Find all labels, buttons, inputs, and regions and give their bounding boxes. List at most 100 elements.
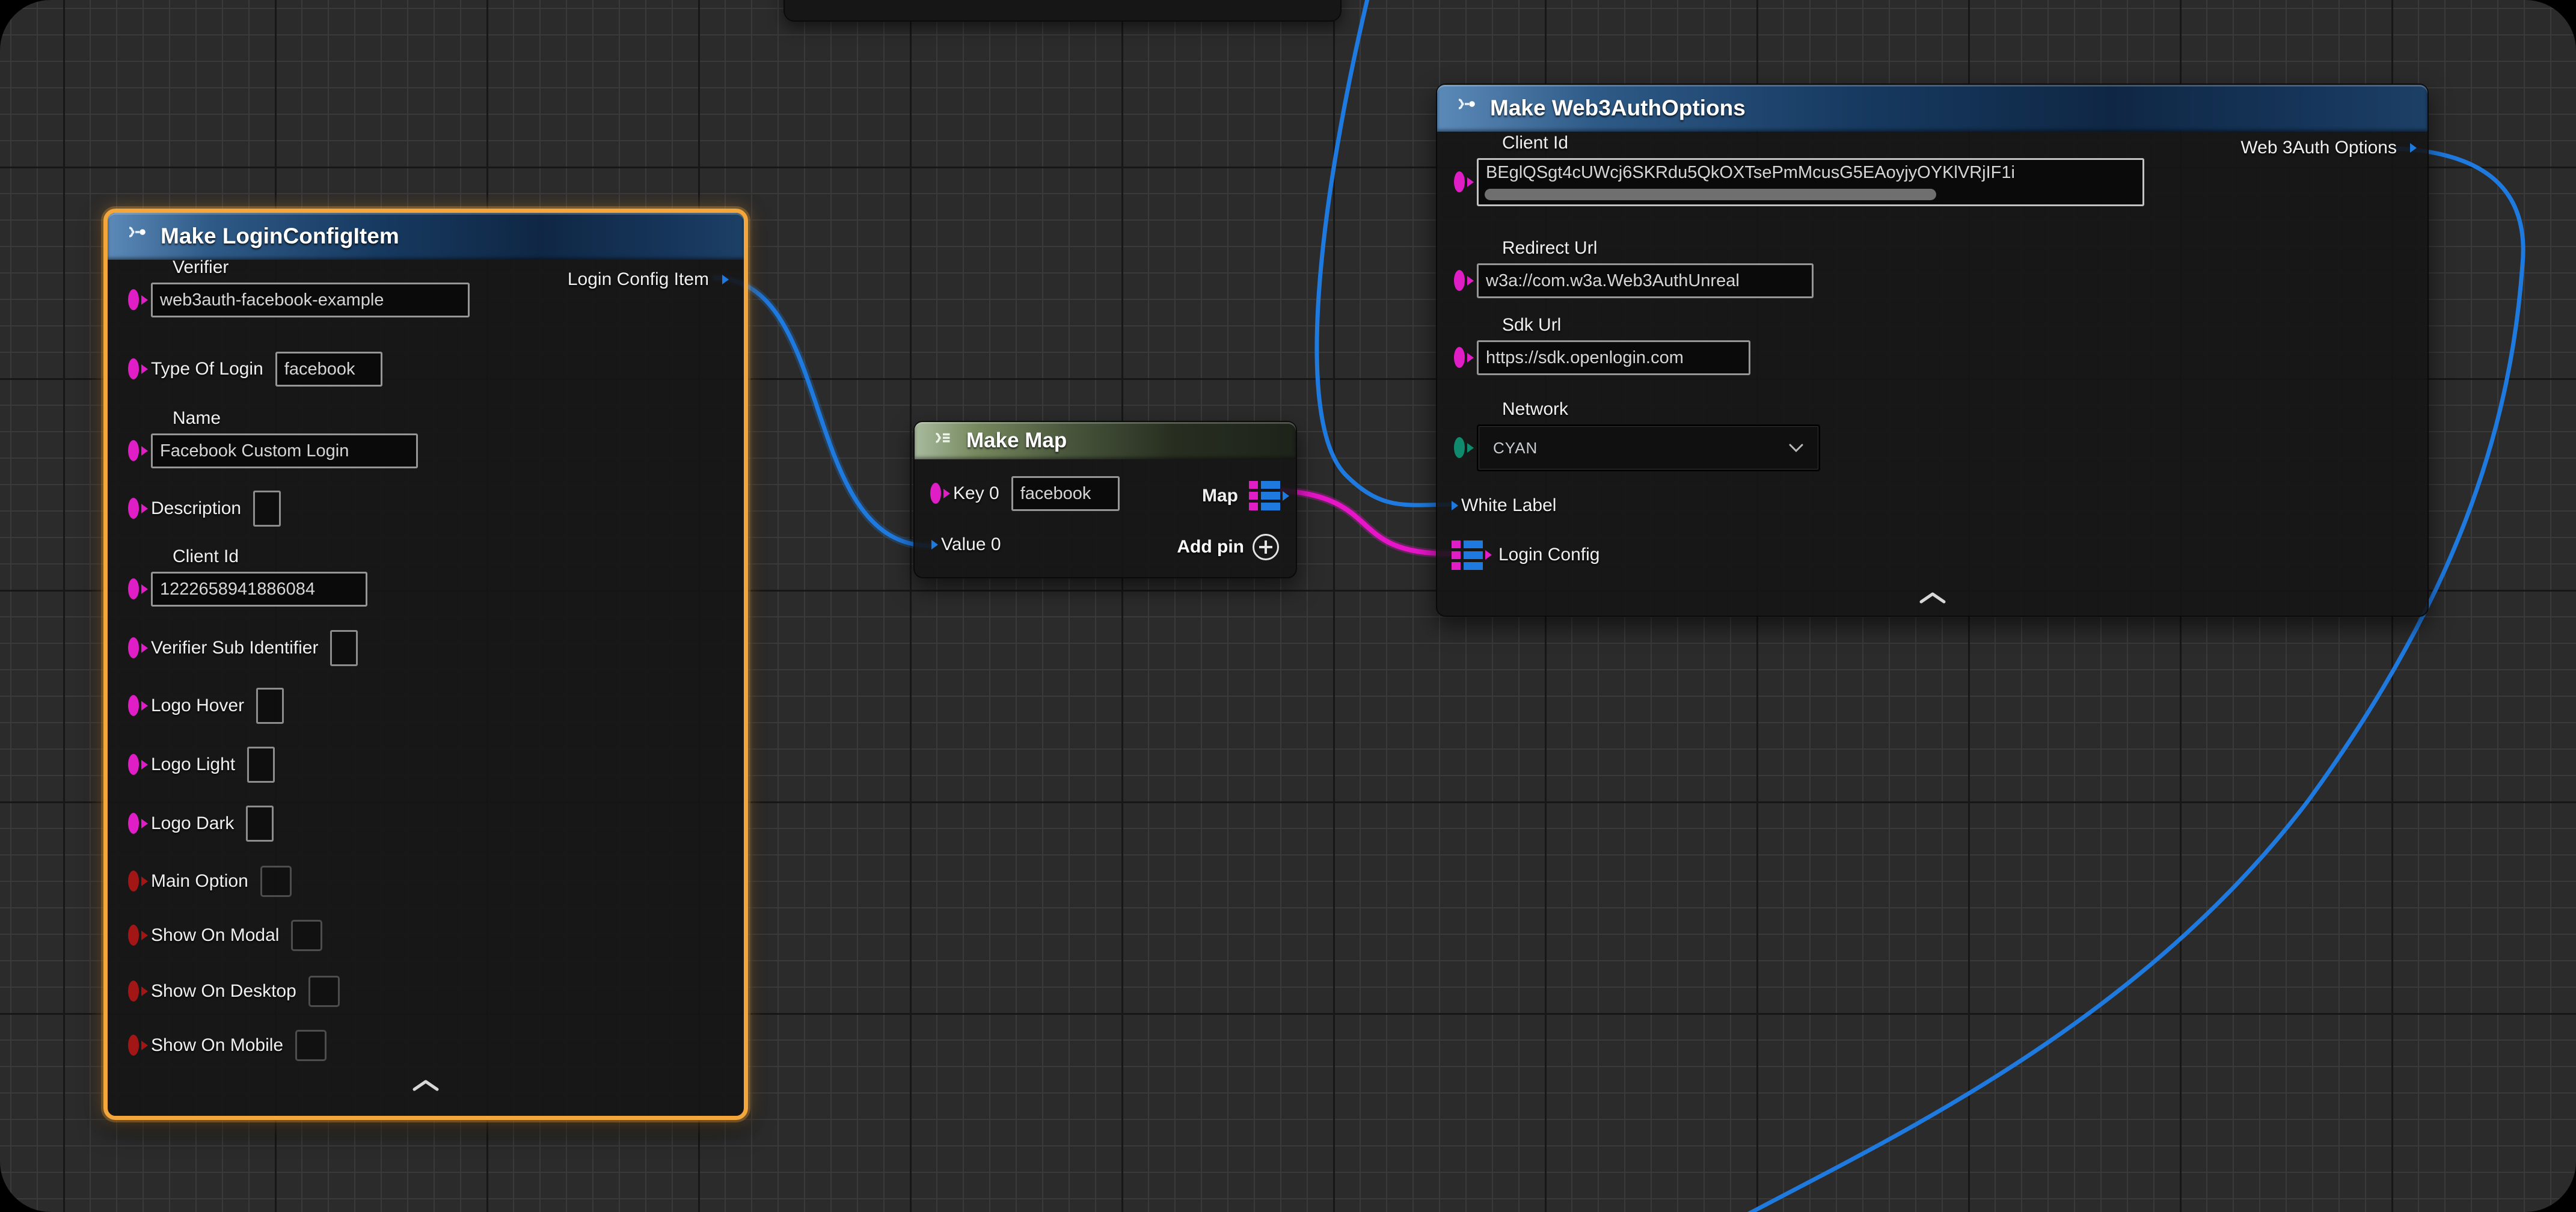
input-pin-redirect-url[interactable] <box>1454 275 1465 286</box>
input-pin-logo-hover[interactable] <box>128 700 139 711</box>
input-pin-main-option[interactable] <box>128 876 139 887</box>
pin-label: Value 0 <box>941 534 1001 555</box>
chevron-down-icon <box>1788 443 1804 453</box>
node-title: Make LoginConfigItem <box>161 224 399 249</box>
pin-row-show-on-desktop: Show On Desktop <box>108 973 744 1009</box>
make-map-icon <box>930 428 955 453</box>
node-title: Make Web3AuthOptions <box>1490 96 1746 121</box>
pin-row-description: Description <box>108 491 744 527</box>
pin-label: Map <box>1202 486 1238 506</box>
pin-group-name: Name <box>108 408 744 468</box>
pin-group-sdk-url: Sdk Url <box>1437 315 2427 375</box>
network-dropdown[interactable]: CYAN <box>1477 424 1820 471</box>
node-header[interactable]: Make LoginConfigItem <box>108 213 744 260</box>
show-on-desktop-checkbox[interactable] <box>308 976 340 1007</box>
show-on-mobile-checkbox[interactable] <box>295 1030 327 1061</box>
add-pin-icon[interactable] <box>1253 534 1279 560</box>
pin-label: Sdk Url <box>1502 315 2427 335</box>
pin-label: Type Of Login <box>151 359 263 379</box>
pin-row-type-of-login: Type Of Login <box>108 351 744 387</box>
input-pin-logo-light[interactable] <box>128 759 139 770</box>
type-of-login-input[interactable] <box>284 360 373 379</box>
input-pin-show-on-mobile[interactable] <box>128 1040 139 1051</box>
add-pin-control[interactable]: Add pin <box>1177 534 1279 560</box>
pin-row-logo-hover: Logo Hover <box>108 688 744 724</box>
add-pin-label: Add pin <box>1177 537 1244 557</box>
pin-label: Logo Hover <box>151 696 244 716</box>
pin-row-login-config: Login Config <box>1437 534 2427 575</box>
pin-group-client-id: Client Id <box>1437 133 2427 206</box>
pin-row-show-on-mobile: Show On Mobile <box>108 1027 744 1064</box>
pin-label: Logo Dark <box>151 813 234 834</box>
redirect-url-input[interactable] <box>1486 271 1805 291</box>
logo-light-input[interactable] <box>247 747 275 783</box>
pin-row-main-option: Main Option <box>108 863 744 899</box>
input-pin-client-id[interactable] <box>1454 177 1465 188</box>
verifier-sub-identifier-input[interactable] <box>330 630 358 666</box>
make-struct-icon <box>1453 95 1479 121</box>
pin-label: Logo Light <box>151 754 235 775</box>
pin-label: Client Id <box>1502 133 2427 153</box>
sdk-url-input[interactable] <box>1486 348 1741 368</box>
pin-group-redirect-url: Redirect Url <box>1437 238 2427 298</box>
verifier-input[interactable] <box>160 290 461 310</box>
node-make-map[interactable]: Make Map Key 0 Map Value 0 Add pin <box>913 421 1297 578</box>
input-pin-show-on-modal[interactable] <box>128 930 139 941</box>
collapse-chevron-icon[interactable] <box>1919 591 1946 604</box>
show-on-modal-checkbox[interactable] <box>291 920 322 951</box>
input-pin-key0[interactable] <box>930 488 941 499</box>
input-pin-name[interactable] <box>128 445 139 456</box>
pin-label: Show On Mobile <box>151 1035 283 1056</box>
node-header[interactable]: Make Map <box>915 422 1296 459</box>
node-header[interactable]: Make Web3AuthOptions <box>1437 85 2427 132</box>
pin-label: Show On Desktop <box>151 981 296 1002</box>
pin-label: Name <box>173 408 744 429</box>
client-id-input[interactable] <box>160 580 358 599</box>
description-input[interactable] <box>253 491 281 527</box>
pin-label: Redirect Url <box>1502 238 2427 259</box>
output-pin-map[interactable] <box>1249 481 1280 510</box>
input-pin-client-id[interactable] <box>128 584 139 595</box>
pin-label: White Label <box>1461 495 1556 516</box>
pin-label: Description <box>151 498 241 519</box>
input-pin-show-on-desktop[interactable] <box>128 986 139 997</box>
network-selected-value: CYAN <box>1493 439 1538 458</box>
input-pin-verifier-sub-identifier[interactable] <box>128 643 139 653</box>
logo-dark-input[interactable] <box>246 806 274 842</box>
input-pin-verifier[interactable] <box>128 295 139 305</box>
input-pin-type-of-login[interactable] <box>128 364 139 375</box>
pin-label: Show On Modal <box>151 925 279 946</box>
blueprint-graph-canvas[interactable]: Make LoginConfigItem Login Config Item V… <box>0 0 2576 1212</box>
pin-label: Key 0 <box>953 483 999 504</box>
name-input[interactable] <box>160 441 409 461</box>
cutoff-node-top[interactable] <box>784 0 1342 22</box>
pin-label: Main Option <box>151 871 248 892</box>
key0-input[interactable] <box>1020 484 1111 504</box>
wire-map-to-loginconfig-core[interactable] <box>1282 491 1449 554</box>
pin-group-verifier: Verifier <box>108 257 744 317</box>
pin-row-logo-light: Logo Light <box>108 747 744 783</box>
pin-label: Network <box>1502 399 2427 420</box>
input-pin-logo-dark[interactable] <box>128 818 139 829</box>
make-struct-icon <box>123 223 150 249</box>
input-pin-network[interactable] <box>1454 442 1465 453</box>
node-make-loginconfigitem[interactable]: Make LoginConfigItem Login Config Item V… <box>103 209 748 1120</box>
pin-row-show-on-modal: Show On Modal <box>108 917 744 953</box>
main-option-checkbox[interactable] <box>260 866 292 897</box>
pin-group-client-id: Client Id <box>108 546 744 607</box>
client-id-input[interactable] <box>1486 163 2135 183</box>
pin-label: Client Id <box>173 546 744 567</box>
input-pin-login-config[interactable] <box>1452 540 1483 570</box>
input-pin-description[interactable] <box>128 503 139 514</box>
pin-row-logo-dark: Logo Dark <box>108 806 744 842</box>
logo-hover-input[interactable] <box>256 688 284 724</box>
node-make-web3authoptions[interactable]: Make Web3AuthOptions Web 3Auth Options C… <box>1436 84 2429 617</box>
field-horizontal-scrollbar[interactable] <box>1485 189 1936 200</box>
input-pin-sdk-url[interactable] <box>1454 352 1465 363</box>
pin-row-verifier-sub-identifier: Verifier Sub Identifier <box>108 630 744 666</box>
pin-label: Login Config <box>1498 545 1599 565</box>
pin-label: Verifier Sub Identifier <box>151 638 318 658</box>
pin-row-white-label: White Label <box>1437 485 2427 526</box>
wire-top-to-whitelabel[interactable] <box>1317 0 1455 505</box>
collapse-chevron-icon[interactable] <box>412 1079 440 1092</box>
